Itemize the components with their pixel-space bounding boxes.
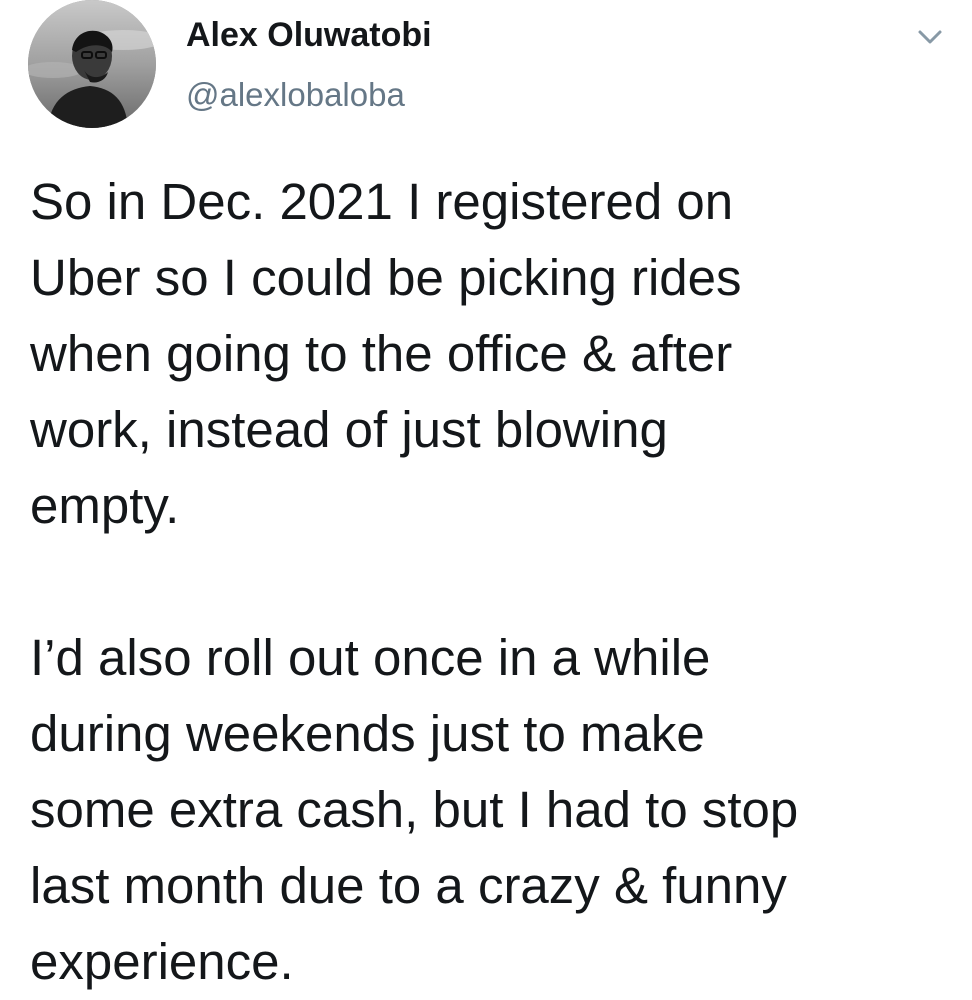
avatar[interactable]	[28, 0, 156, 128]
author-display-name[interactable]: Alex Oluwatobi	[186, 14, 432, 56]
author-handle[interactable]: @alexlobaloba	[186, 74, 405, 116]
tweet-menu-button[interactable]	[912, 22, 948, 52]
profile-photo-icon	[28, 0, 156, 128]
tweet-paragraph-1: So in Dec. 2021 I registered on Uber so …	[30, 173, 742, 534]
tweet-text: So in Dec. 2021 I registered on Uber so …	[30, 164, 950, 1000]
chevron-down-icon	[918, 30, 942, 44]
tweet-paragraph-2: I’d also roll out once in a while during…	[30, 629, 799, 990]
tweet-card: Alex Oluwatobi @alexlobaloba So in Dec. …	[0, 0, 972, 990]
